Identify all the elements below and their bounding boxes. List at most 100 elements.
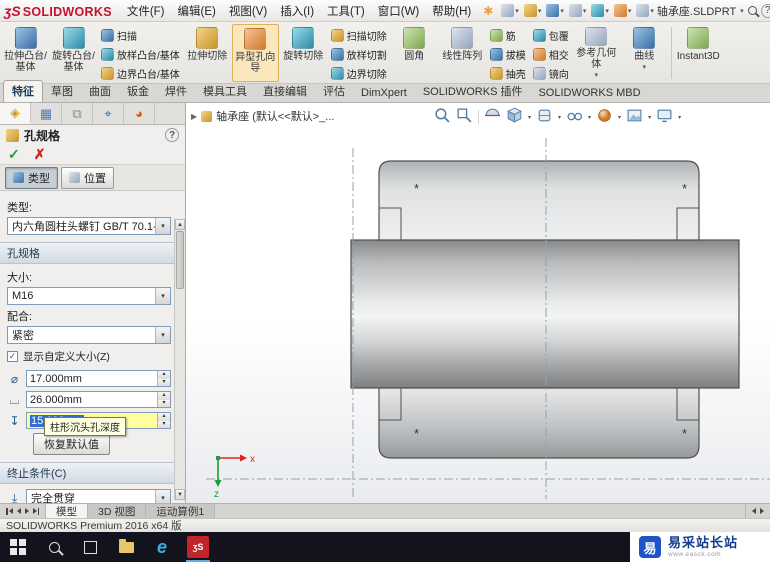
next-tab-button[interactable]	[25, 508, 29, 514]
section-view-icon[interactable]	[484, 107, 501, 127]
solidworks-taskbar-button[interactable]: ʒS	[180, 532, 216, 562]
ribbon-button-lofted-boss[interactable]: 放样凸台/基体	[98, 46, 183, 63]
ribbon-button-wrap[interactable]: 包覆	[530, 27, 572, 44]
display-style-icon[interactable]	[536, 107, 553, 127]
file-explorer-button[interactable]	[108, 532, 144, 562]
scrollbar-thumb[interactable]	[176, 231, 184, 289]
spin-up-icon[interactable]: ▴	[158, 371, 170, 379]
search-box[interactable]: 轴承座.SLDPRT ▾ ?	[657, 3, 770, 19]
ribbon-button-rib[interactable]: 筋	[487, 27, 529, 44]
last-tab-button[interactable]	[33, 508, 40, 515]
end-condition-dropdown[interactable]: 完全贯穿 ▾	[26, 489, 171, 503]
spinner[interactable]: ▴▾	[157, 392, 170, 407]
scroll-down-icon[interactable]: ▼	[175, 489, 185, 500]
help-button[interactable]: ?	[761, 4, 770, 18]
ribbon-button-draft[interactable]: 拔模	[487, 46, 529, 63]
ribbon-button-instant3d[interactable]: Instant3D	[675, 24, 722, 82]
ribbon-button-curves[interactable]: 曲线 ▾	[621, 24, 668, 82]
ribbon-button-linear-pattern[interactable]: 线性阵列	[439, 24, 486, 82]
search-scope-dropdown-icon[interactable]: ▾	[740, 7, 744, 15]
rebuild-button[interactable]: ▾	[612, 2, 634, 19]
featuremanager-tab[interactable]: ▦	[31, 103, 62, 124]
ribbon-button-shell[interactable]: 抽壳	[487, 65, 529, 82]
chevron-down-icon[interactable]: ▾	[648, 114, 651, 121]
ribbon-button-boundary-cut[interactable]: 边界切除	[328, 65, 390, 82]
edit-appearance-icon[interactable]	[596, 107, 613, 127]
spinner[interactable]: ▴▾	[157, 371, 170, 386]
start-button[interactable]	[0, 532, 36, 562]
ribbon-button-swept-cut[interactable]: 扫描切除	[328, 27, 390, 44]
part-breadcrumb[interactable]: 轴承座 (默认<<默认>_...	[216, 108, 334, 124]
chevron-down-icon[interactable]: ▾	[678, 114, 681, 121]
options-button[interactable]: ▾	[634, 2, 656, 19]
ok-button[interactable]: ✓	[8, 146, 20, 163]
tab-dimxpert[interactable]: DimXpert	[353, 85, 415, 102]
fit-dropdown[interactable]: 紧密 ▾	[7, 326, 171, 344]
menu-view[interactable]: 视图(V)	[223, 0, 273, 22]
spin-down-icon[interactable]: ▾	[158, 379, 170, 387]
apply-scene-icon[interactable]	[626, 107, 643, 127]
tab-evaluate[interactable]: 评估	[315, 81, 353, 102]
spin-down-icon[interactable]: ▾	[158, 400, 170, 408]
tab-weldments[interactable]: 焊件	[157, 81, 195, 102]
menu-insert[interactable]: 插入(I)	[274, 0, 320, 22]
menu-tools[interactable]: 工具(T)	[321, 0, 371, 22]
chevron-down-icon[interactable]: ▾	[558, 114, 561, 121]
propertymanager-tab[interactable]: ◈	[0, 103, 31, 124]
display-manager-tab[interactable]: ◕	[124, 103, 155, 124]
undo-button[interactable]: ▾	[589, 2, 611, 19]
expand-tree-icon[interactable]: ▶	[191, 112, 197, 121]
graphics-viewport[interactable]: ▶ 轴承座 (默认<<默认>_... ▾ ▾ ▾ ▾ ▾ ▾	[186, 103, 770, 503]
fastener-type-dropdown[interactable]: 内六角圆柱头螺钉 GB/T 70.1-2000 ▾	[7, 217, 171, 235]
open-button[interactable]: ▾	[522, 2, 544, 19]
chevron-down-icon[interactable]: ▾	[588, 114, 591, 121]
pin-menu-icon[interactable]: ✱	[478, 4, 498, 18]
ribbon-button-intersect[interactable]: 相交	[530, 46, 572, 63]
scroll-up-icon[interactable]: ▲	[175, 219, 185, 230]
spin-up-icon[interactable]: ▴	[158, 413, 170, 421]
tab-mold-tools[interactable]: 模具工具	[195, 81, 255, 102]
menu-file[interactable]: 文件(F)	[121, 0, 171, 22]
ribbon-button-reference-geometry[interactable]: 参考几何体 ▾	[573, 24, 620, 82]
view-orientation-icon[interactable]	[506, 107, 523, 127]
ribbon-button-extrude-boss[interactable]: 拉伸凸台/基体	[2, 24, 49, 82]
tab-3d-views[interactable]: 3D 视图	[88, 504, 146, 518]
scroll-right-icon[interactable]	[760, 508, 764, 514]
first-tab-button[interactable]	[6, 508, 13, 515]
menu-edit[interactable]: 编辑(E)	[172, 0, 222, 22]
dimxpert-manager-tab[interactable]: ⌖	[93, 103, 124, 124]
ribbon-button-mirror[interactable]: 镜向	[530, 65, 572, 82]
tab-features[interactable]: 特征	[3, 80, 43, 102]
bearing-seat-model[interactable]: * * * *	[186, 103, 770, 503]
ribbon-button-revolve-boss[interactable]: 旋转凸台/基体	[50, 24, 97, 82]
new-document-button[interactable]: ▾	[499, 2, 521, 19]
ribbon-button-hole-wizard[interactable]: 异型孔向导	[232, 24, 279, 82]
configuration-tab[interactable]: ⧉	[62, 103, 93, 124]
feature-tree-flyout[interactable]: ▶ 轴承座 (默认<<默认>_...	[191, 108, 334, 124]
zoom-area-icon[interactable]	[456, 107, 473, 127]
ribbon-button-swept-boss[interactable]: 扫描	[98, 27, 183, 44]
menu-window[interactable]: 窗口(W)	[372, 0, 426, 22]
tab-surfaces[interactable]: 曲面	[81, 81, 119, 102]
thru-hole-diameter-input[interactable]: 17.000mm ▴▾	[26, 370, 171, 387]
tab-solidworks-addins[interactable]: SOLIDWORKS 插件	[415, 81, 531, 102]
save-button[interactable]: ▾	[544, 2, 566, 19]
scroll-left-icon[interactable]	[752, 508, 756, 514]
chevron-down-icon[interactable]: ▾	[528, 114, 531, 121]
cancel-button[interactable]: ✗	[34, 146, 46, 163]
subtab-type[interactable]: 类型	[5, 167, 58, 189]
hide-show-items-icon[interactable]	[566, 107, 583, 127]
search-icon[interactable]	[748, 6, 757, 15]
tab-sheet-metal[interactable]: 钣金	[119, 81, 157, 102]
tab-solidworks-mbd[interactable]: SOLIDWORKS MBD	[530, 85, 648, 102]
panel-help-button[interactable]: ?	[165, 128, 179, 142]
tab-model[interactable]: 模型	[46, 504, 88, 518]
size-dropdown[interactable]: M16 ▾	[7, 287, 171, 305]
previous-tab-button[interactable]	[17, 508, 21, 514]
spin-up-icon[interactable]: ▴	[158, 392, 170, 400]
ribbon-button-revolved-cut[interactable]: 旋转切除	[280, 24, 327, 82]
task-view-button[interactable]	[72, 532, 108, 562]
custom-size-checkbox[interactable]: ✓	[7, 351, 18, 362]
spinner[interactable]: ▴▾	[157, 413, 170, 428]
ribbon-button-fillet[interactable]: 圆角	[391, 24, 438, 82]
